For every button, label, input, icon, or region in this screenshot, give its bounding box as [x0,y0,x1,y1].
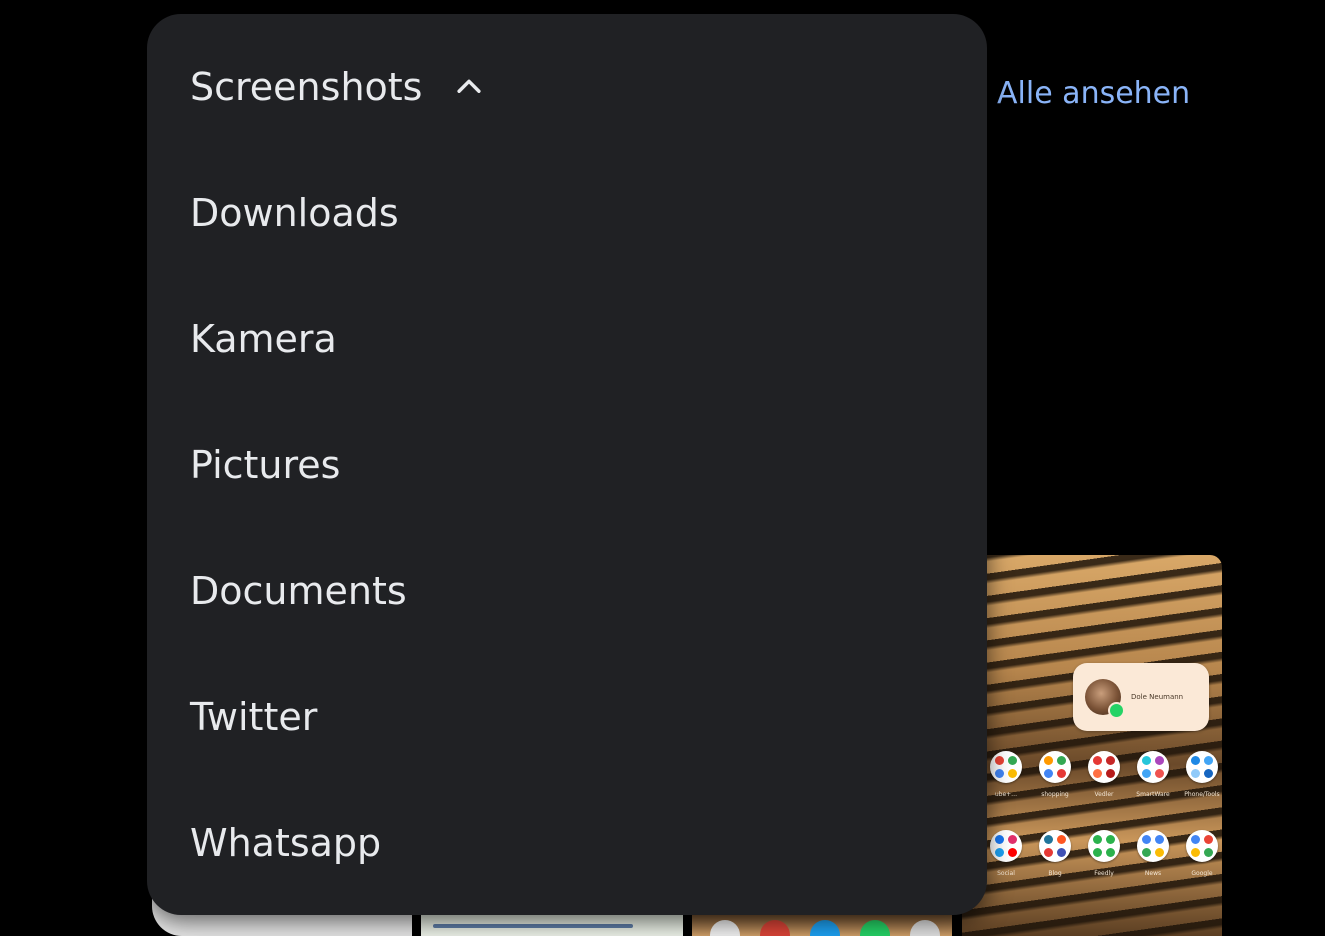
folder-icon [990,830,1022,862]
app-row-2: Social Blog Feedly News Google [986,830,1222,877]
menu-item-selected-folder[interactable]: Screenshots [190,57,486,117]
app-label: ube+… [994,791,1018,798]
app-label: Google [1191,870,1213,877]
app-folder: shopping [1035,751,1075,798]
whatsapp-badge-icon [1108,702,1125,719]
app-label: Phone/Tools [1184,791,1220,798]
folder-icon [1186,830,1218,862]
app-news: News [1133,830,1173,877]
app-folder: Phone/Tools [1182,751,1222,798]
chat-text-line [433,924,633,928]
contact-widget: Dole Neumann [1073,663,1209,731]
news-icon [1137,830,1169,862]
folder-icon [1039,751,1071,783]
app-label: News [1144,870,1162,877]
menu-item-kamera[interactable]: Kamera [190,309,337,369]
folder-icon [1039,830,1071,862]
app-feedly: Feedly [1084,830,1124,877]
app-label: Feedly [1094,870,1114,877]
whatsapp-icon [860,920,890,936]
twitter-icon [810,920,840,936]
app-label: Vedler [1094,791,1114,798]
app-label: shopping [1041,791,1069,798]
thumbnail-screenshot-4[interactable]: Dole Neumann ube+… shopping Vedler Smart… [962,555,1222,936]
menu-item-twitter[interactable]: Twitter [190,687,317,747]
see-all-link[interactable]: Alle ansehen [997,76,1190,111]
app-folder: Social [986,830,1026,877]
photo-picker-screen: Alle ansehen Dole Neumann ube+… shopping… [0,0,1325,936]
app-folder: Vedler [1084,751,1124,798]
folder-icon [1088,751,1120,783]
app-folder: ube+… [986,751,1026,798]
chevron-up-icon[interactable] [452,70,486,104]
menu-item-pictures[interactable]: Pictures [190,435,340,495]
menu-item-downloads[interactable]: Downloads [190,183,399,243]
chrome-icon [760,920,790,936]
dock-icons [710,920,940,936]
folder-icon [1137,751,1169,783]
feedly-icon [1088,830,1120,862]
app-folder: Google [1182,830,1222,877]
contact-name: Dole Neumann [1131,693,1184,701]
folder-icon [1186,751,1218,783]
selected-folder-label: Screenshots [190,65,423,109]
app-folder: Blog [1035,830,1075,877]
app-folder: SmartWare [1133,751,1173,798]
app-row-1: ube+… shopping Vedler SmartWare Phone/To… [986,751,1222,798]
menu-item-whatsapp[interactable]: Whatsapp [190,813,381,873]
camera-icon [910,920,940,936]
avatar [1085,679,1125,719]
app-label: SmartWare [1136,791,1170,798]
app-label: Blog [1048,870,1062,877]
gmail-icon [710,920,740,936]
menu-item-documents[interactable]: Documents [190,561,407,621]
folder-icon [990,751,1022,783]
app-label: Social [997,870,1015,877]
folder-dropdown-menu: Screenshots Downloads Kamera Pictures Do… [147,14,987,915]
